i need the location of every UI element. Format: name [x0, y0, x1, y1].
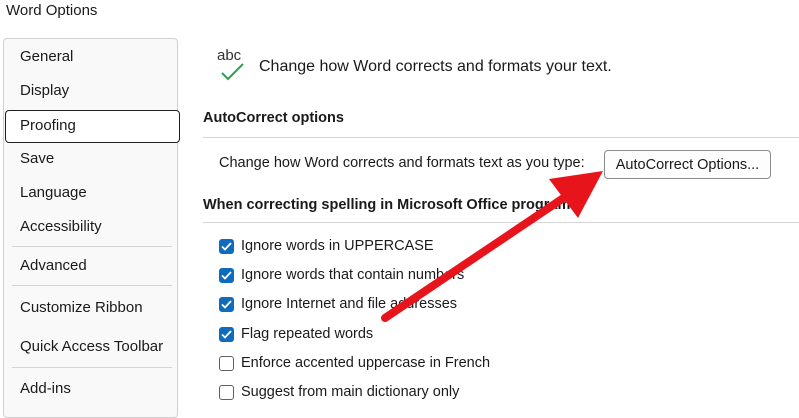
option-label: Enforce accented uppercase in French [241, 355, 491, 371]
page-header-text: Change how Word corrects and formats you… [259, 58, 612, 75]
sidebar-item-proofing[interactable]: Proofing [5, 110, 180, 143]
autocorrect-section-title: AutoCorrect options [203, 110, 344, 126]
checkmark-icon [221, 63, 244, 81]
sidebar-item-add-ins[interactable]: Add-ins [20, 380, 71, 397]
check-icon [221, 299, 232, 309]
sidebar-item-general[interactable]: General [20, 48, 73, 65]
option-enforce-accented-uppercase[interactable]: Enforce accented uppercase in French [219, 353, 490, 373]
section-divider [203, 222, 799, 223]
sidebar: General Display Proofing Save Language A… [3, 38, 180, 418]
sidebar-item-language[interactable]: Language [20, 184, 87, 201]
checkbox-checked[interactable] [219, 326, 234, 342]
sidebar-item-accessibility[interactable]: Accessibility [20, 218, 102, 235]
abc-icon-text: abc [217, 47, 242, 64]
sidebar-item-advanced[interactable]: Advanced [20, 257, 87, 274]
sidebar-item-customize-ribbon[interactable]: Customize Ribbon [20, 299, 143, 316]
section-divider [203, 137, 799, 138]
option-ignore-internet-addresses[interactable]: Ignore Internet and file addresses [219, 294, 457, 314]
check-icon [221, 329, 232, 339]
option-ignore-numbers[interactable]: Ignore words that contain numbers [219, 265, 464, 285]
option-label: Suggest from main dictionary only [241, 384, 460, 400]
window-title: Word Options [6, 2, 98, 19]
option-label: Ignore Internet and file addresses [241, 296, 458, 312]
sidebar-divider [12, 285, 172, 286]
option-ignore-uppercase[interactable]: Ignore words in UPPERCASE [219, 236, 434, 256]
autocorrect-prompt: Change how Word corrects and formats tex… [219, 155, 585, 171]
sidebar-item-save[interactable]: Save [20, 150, 54, 167]
check-icon [221, 270, 232, 280]
sidebar-divider [12, 246, 172, 247]
option-suggest-main-dictionary[interactable]: Suggest from main dictionary only [219, 382, 459, 402]
option-label: Ignore words that contain numbers [241, 267, 465, 283]
checkbox-checked[interactable] [219, 296, 234, 312]
checkbox-unchecked[interactable] [219, 355, 234, 371]
autocorrect-options-button[interactable]: AutoCorrect Options... [604, 150, 771, 179]
spelling-section-title: When correcting spelling in Microsoft Of… [203, 197, 579, 213]
sidebar-item-display[interactable]: Display [20, 82, 69, 99]
option-label: Ignore words in UPPERCASE [241, 238, 434, 254]
proofing-abc-icon: abc [216, 46, 250, 86]
check-icon [221, 241, 232, 251]
option-label: Flag repeated words [241, 326, 374, 342]
sidebar-item-quick-access-toolbar[interactable]: Quick Access Toolbar [20, 338, 163, 355]
checkbox-checked[interactable] [219, 267, 234, 283]
option-flag-repeated-words[interactable]: Flag repeated words [219, 324, 373, 344]
checkbox-checked[interactable] [219, 238, 234, 254]
sidebar-divider [12, 367, 172, 368]
checkbox-unchecked[interactable] [219, 384, 234, 400]
